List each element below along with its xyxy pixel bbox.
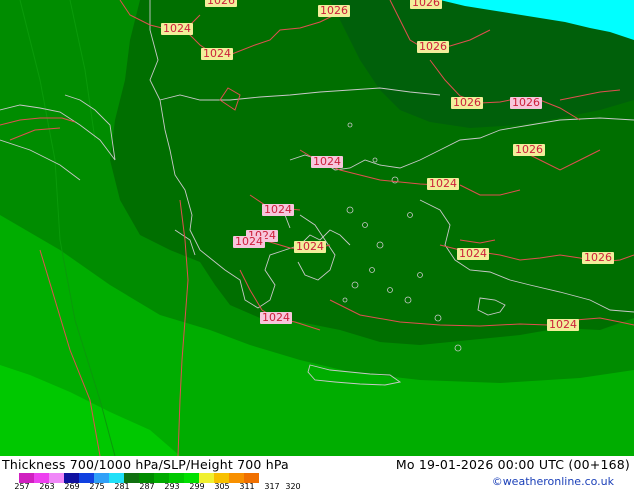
isobar-label: 1024: [457, 247, 489, 260]
isobar-label: 1026: [318, 4, 350, 17]
isobar-label: 1024: [201, 47, 233, 60]
weather-map-view: 1026 1026 1024 1026 1024 1026 1026 1026 …: [0, 0, 634, 491]
isobar-label: 1024: [311, 155, 343, 168]
map-footer: Thickness 700/1000 hPa/SLP/Height 700 hP…: [0, 456, 634, 491]
isobar-label: 1026: [205, 0, 237, 7]
isobar-label: 1026: [582, 251, 614, 264]
isobar-label: 1026: [417, 40, 449, 53]
isobar-label: 1024: [547, 318, 579, 331]
isobar-label: 1024: [161, 22, 193, 35]
map-title: Thickness 700/1000 hPa/SLP/Height 700 hP…: [2, 457, 289, 472]
isobar-label: 1024: [262, 203, 294, 216]
isobar-label: 1026: [410, 0, 442, 9]
isobar-label: 1024: [260, 311, 292, 324]
isobar-label: 1026: [510, 96, 542, 109]
isobar-label: 1024: [427, 177, 459, 190]
valid-time: Mo 19-01-2026 00:00 UTC (00+168): [395, 457, 630, 472]
isobar-label: 1026: [513, 143, 545, 156]
isobar-label: 1024: [294, 240, 326, 253]
isobar-label: 1026: [451, 96, 483, 109]
isobar-label: 1024: [233, 235, 265, 248]
source-credit[interactable]: ©weatheronline.co.uk: [492, 475, 614, 488]
thickness-map: [0, 0, 634, 456]
